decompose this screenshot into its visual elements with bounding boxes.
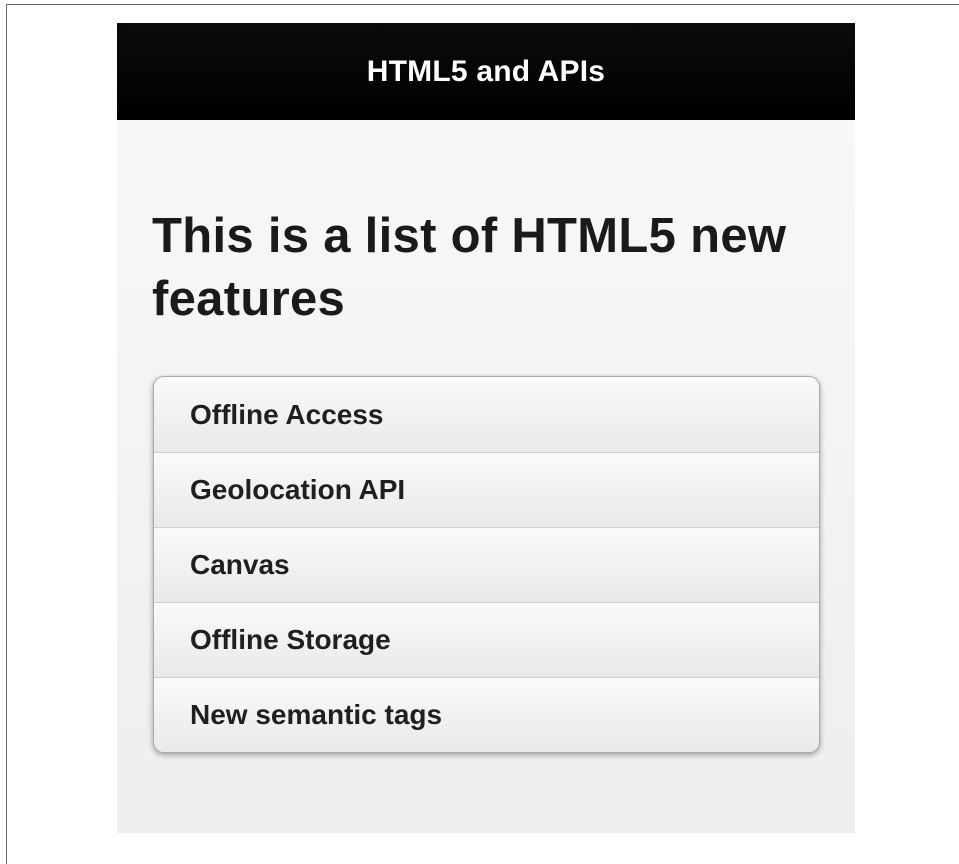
list-item-offline-storage[interactable]: Offline Storage (154, 602, 819, 677)
list-item-label: New semantic tags (190, 699, 443, 730)
list-item-label: Canvas (190, 549, 290, 580)
list-item-label: Offline Storage (190, 624, 391, 655)
list-item-offline-access[interactable]: Offline Access (154, 377, 819, 452)
page-title: HTML5 and APIs (366, 54, 606, 88)
mobile-page: HTML5 and APIs This is a list of HTML5 n… (117, 23, 855, 833)
list-item-label: Geolocation API (190, 474, 406, 505)
main-heading: This is a list of HTML5 new features (152, 209, 787, 326)
list-item-canvas[interactable]: Canvas (154, 527, 819, 602)
feature-listview: Offline Access Geolocation API Canvas Of… (153, 376, 820, 753)
list-item-new-semantic-tags[interactable]: New semantic tags (154, 677, 819, 752)
list-item-geolocation-api[interactable]: Geolocation API (154, 452, 819, 527)
list-item-label: Offline Access (190, 398, 384, 430)
header-bar: HTML5 and APIs (117, 23, 855, 120)
content-area: This is a list of HTML5 new features (117, 205, 855, 331)
